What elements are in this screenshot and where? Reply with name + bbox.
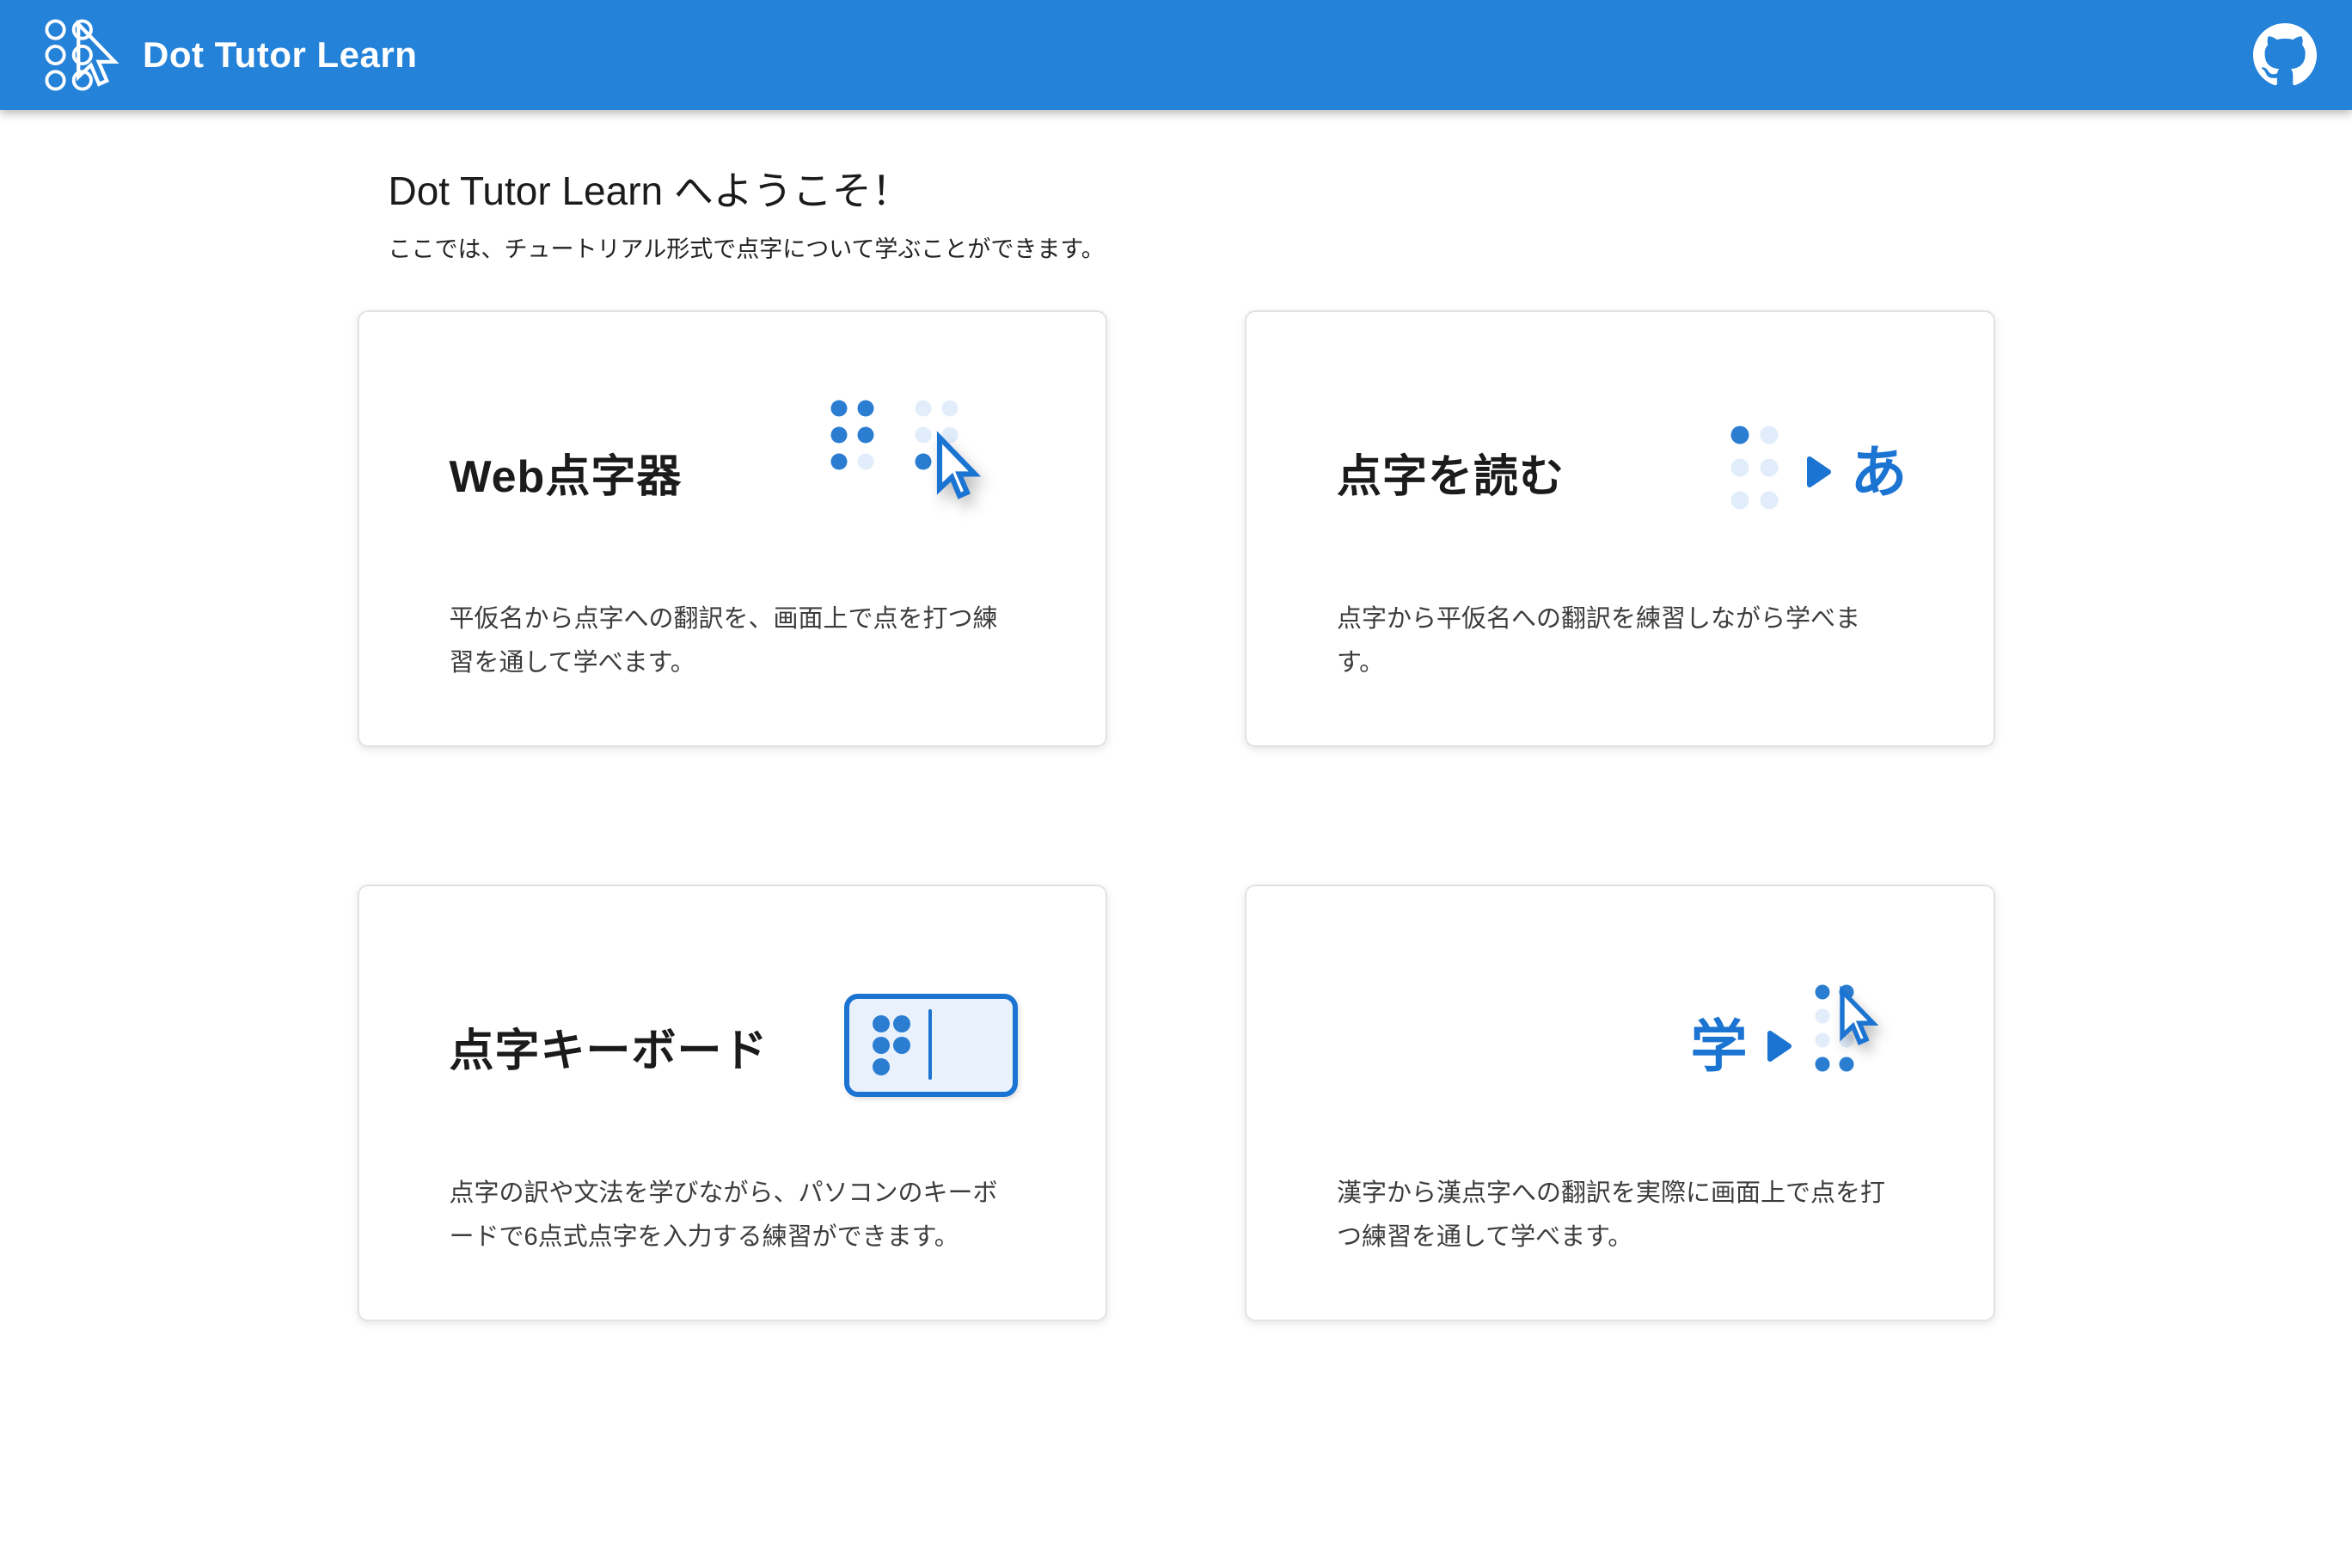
two-braille-cells-cursor-icon [829, 398, 1020, 546]
card-title: 点字を読む [1337, 440, 1565, 505]
welcome-subtitle: ここでは、チュートリアル形式で点字について学ぶことができます。 [389, 230, 1995, 264]
card-header-row: Web点字器 [450, 381, 1020, 563]
cursor-arrow-icon [940, 438, 975, 496]
arrow-right-icon [1767, 1030, 1792, 1063]
card-header-row: 学 [1337, 955, 1908, 1137]
card-braille-keyboard[interactable]: 点字キーボード 点字の訳や文法を学びながら、パソコンのキーボードで6点式点字を入… [358, 885, 1108, 1321]
card-description: 点字の訳や文法を学びながら、パソコンのキーボードで6点式点字を入力する練習ができ… [450, 1172, 1020, 1259]
kanji-to-braille-icon: 学 [1691, 981, 1908, 1112]
card-web-braille-writer[interactable]: Web点字器 平仮名から点字への翻訳を、画面上で点を打つ練習を通して学べます。 [358, 310, 1108, 747]
tutorial-cards-grid: Web点字器 平仮名から点字への翻訳を、画面上で点を打つ練習を通して学べます。 [358, 310, 1995, 1321]
card-header-row: 点字を読む あ [1337, 381, 1908, 563]
card-title: 点字キーボード [450, 1014, 769, 1079]
github-link[interactable] [2249, 19, 2321, 91]
braille-input-field-icon [844, 994, 1020, 1099]
arrow-right-icon [1806, 456, 1832, 488]
card-description: 漢字から漢点字への翻訳を実際に画面上で点を打つ練習を通して学べます。 [1337, 1172, 1908, 1259]
app-title: Dot Tutor Learn [143, 34, 417, 76]
app-header: Dot Tutor Learn [0, 0, 2352, 110]
card-write-kantenji[interactable]: 学 漢字から漢点字への翻訳を実際に画面上で点を打つ練習を [1245, 885, 1995, 1321]
app-logo-braille-cursor-icon [41, 15, 120, 95]
welcome-title: Dot Tutor Learn へようこそ！ [389, 160, 1995, 217]
main-content: Dot Tutor Learn へようこそ！ ここでは、チュートリアル形式で点字… [358, 110, 1995, 1321]
eight-dot-braille-cursor-icon [1811, 981, 1908, 1112]
card-description: 平仮名から点字への翻訳を、画面上で点を打つ練習を通して学べます。 [450, 597, 1020, 685]
github-icon [2253, 23, 2317, 87]
cursor-arrow-icon [1842, 991, 1873, 1042]
card-read-braille[interactable]: 点字を読む あ 点字から平仮名への翻訳を練習しながら学べます。 [1245, 310, 1995, 747]
braille-to-hiragana-icon: あ [1729, 424, 1908, 520]
card-description: 点字から平仮名への翻訳を練習しながら学べます。 [1337, 597, 1908, 685]
card-header-row: 点字キーボード [450, 955, 1020, 1137]
kanji-gaku-glyph: 学 [1691, 1018, 1748, 1075]
card-title: Web点字器 [450, 440, 683, 505]
braille-cell-a-icon [1729, 424, 1787, 520]
hiragana-a-glyph: あ [1851, 444, 1908, 500]
